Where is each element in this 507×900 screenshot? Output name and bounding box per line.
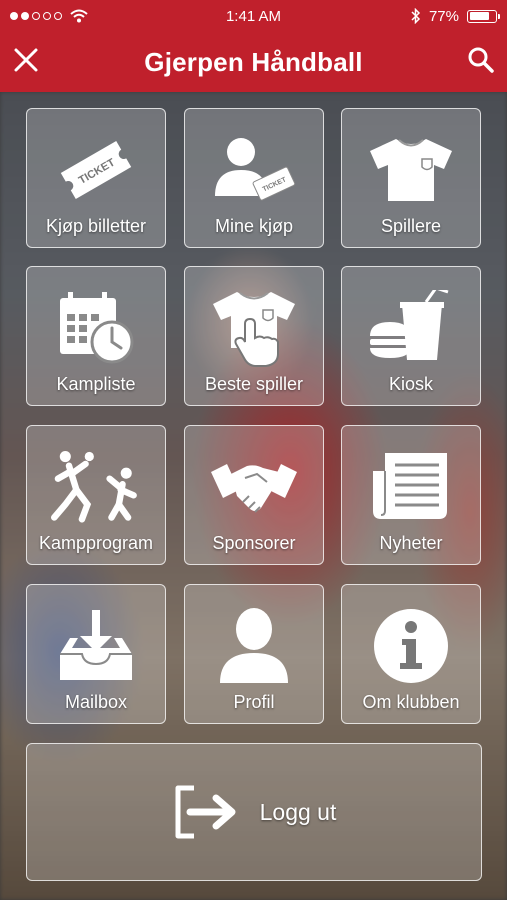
jersey-icon [366, 127, 456, 212]
menu-tile-mine-kjop[interactable]: TICKET Mine kjøp [184, 108, 324, 248]
menu-tile-kiosk[interactable]: Kiosk [341, 266, 481, 406]
menu-tile-label: Kampprogram [38, 533, 154, 553]
logout-label: Logg ut [259, 798, 337, 825]
menu-tile-label: Nyheter [379, 533, 443, 553]
jersey-tap-icon [209, 285, 299, 370]
food-drink-icon [366, 285, 456, 370]
calendar-clock-icon [51, 285, 141, 370]
status-right: 77% [411, 7, 500, 25]
menu-tile-label: Mailbox [64, 692, 128, 712]
battery-icon [467, 9, 500, 23]
menu-tile-sponsorer[interactable]: Sponsorer [184, 425, 324, 565]
menu-tile-label: Kjøp billetter [45, 216, 147, 236]
battery-fill [469, 12, 489, 20]
menu-tile-om-klubben[interactable]: Om klubben [341, 584, 481, 724]
logout-icon [175, 785, 236, 839]
close-button[interactable] [6, 40, 46, 80]
battery-percentage: 77% [428, 7, 459, 25]
inbox-download-icon [51, 603, 141, 688]
bluetooth-icon [411, 8, 421, 24]
menu-tile-label: Profil [233, 692, 275, 712]
info-icon [366, 603, 456, 688]
wifi-icon [70, 9, 88, 23]
menu-tile-mailbox[interactable]: Mailbox [26, 584, 166, 724]
search-icon [468, 47, 494, 73]
person-icon [209, 603, 299, 688]
menu-tile-label: Spillere [380, 216, 442, 236]
user-ticket-icon: TICKET [209, 127, 299, 212]
menu-tile-spillere[interactable]: Spillere [341, 108, 481, 248]
signal-dots-icon [10, 12, 62, 20]
handshake-icon [209, 444, 299, 529]
menu-tile-kjop-billetter[interactable]: TICKET Kjøp billetter [26, 108, 166, 248]
logout-button[interactable]: Logg ut [26, 743, 482, 881]
menu-tile-label: Mine kjøp [214, 216, 294, 236]
menu-tile-profil[interactable]: Profil [184, 584, 324, 724]
page-title: Gjerpen Håndball [144, 46, 363, 77]
status-left [10, 9, 88, 23]
search-button[interactable] [461, 40, 501, 80]
status-bar: 1:41 AM 77% [0, 0, 507, 32]
close-icon [14, 48, 38, 72]
newspaper-icon [366, 444, 456, 529]
menu-tile-label: Sponsorer [212, 533, 296, 553]
app-header: Gjerpen Håndball [0, 32, 507, 92]
menu-tile-label: Kampliste [56, 374, 136, 394]
menu-tile-kampliste[interactable]: Kampliste [26, 266, 166, 406]
ticket-icon: TICKET [51, 127, 141, 212]
menu-tile-label: Om klubben [362, 692, 460, 712]
menu-tile-beste-spiller[interactable]: Beste spiller [184, 266, 324, 406]
menu-tile-label: Beste spiller [204, 374, 304, 394]
menu-tile-kampprogram[interactable]: Kampprogram [26, 425, 166, 565]
menu-tile-nyheter[interactable]: Nyheter [341, 425, 481, 565]
handball-players-icon [51, 444, 141, 529]
menu-tile-label: Kiosk [388, 374, 433, 394]
